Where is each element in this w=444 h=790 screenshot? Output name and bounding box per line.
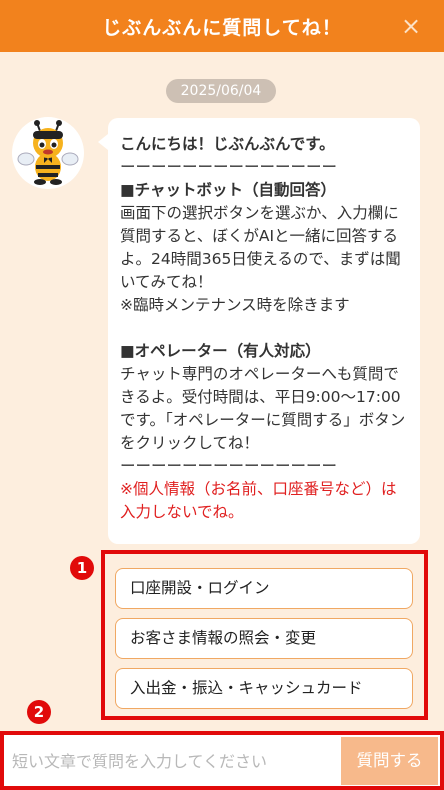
operator-description: チャット専門のオペレーターへも質問できるよ。受付時間は、平日9:00～17:00… [120,365,406,452]
input-highlight-frame [0,731,444,790]
privacy-warning: ※個人情報（お名前、口座番号など）は入力しないでね。 [120,480,397,521]
bee-mascot-avatar [12,117,84,189]
bot-message-bubble: こんにちは！じぶんぶんです。 ーーーーーーーーーーーーーー ■チャットボット（自… [98,118,420,544]
divider-text: ーーーーーーーーーーーーーー [120,158,338,176]
divider-text: ーーーーーーーーーーーーーー [120,457,338,475]
annotation-marker-1: 1 [70,556,94,580]
option-account-login[interactable]: 口座開設・ログイン [115,568,413,609]
chat-header: じぶんぶんに質問してね！ × [0,0,444,52]
option-customer-info[interactable]: お客さま情報の照会・変更 [115,618,413,659]
chatbot-heading: ■チャットボット（自動回答） [120,181,336,199]
chatbot-description: 画面下の選択ボタンを選ぶか、入力欄に質問すると、ぼくがAIと一緒に回答するよ。2… [120,204,401,314]
greeting-text: こんにちは！じぶんぶんです。 [120,135,335,153]
date-badge: 2025/06/04 [166,79,276,103]
operator-heading: ■オペレーター（有人対応） [120,342,321,360]
annotation-marker-2: 2 [27,700,51,724]
bee-mascot-icon [17,120,79,185]
chat-title: じぶんぶんに質問してね！ [102,16,342,39]
close-icon[interactable]: × [398,11,424,41]
option-deposit-transfer-card[interactable]: 入出金・振込・キャッシュカード [115,668,413,709]
